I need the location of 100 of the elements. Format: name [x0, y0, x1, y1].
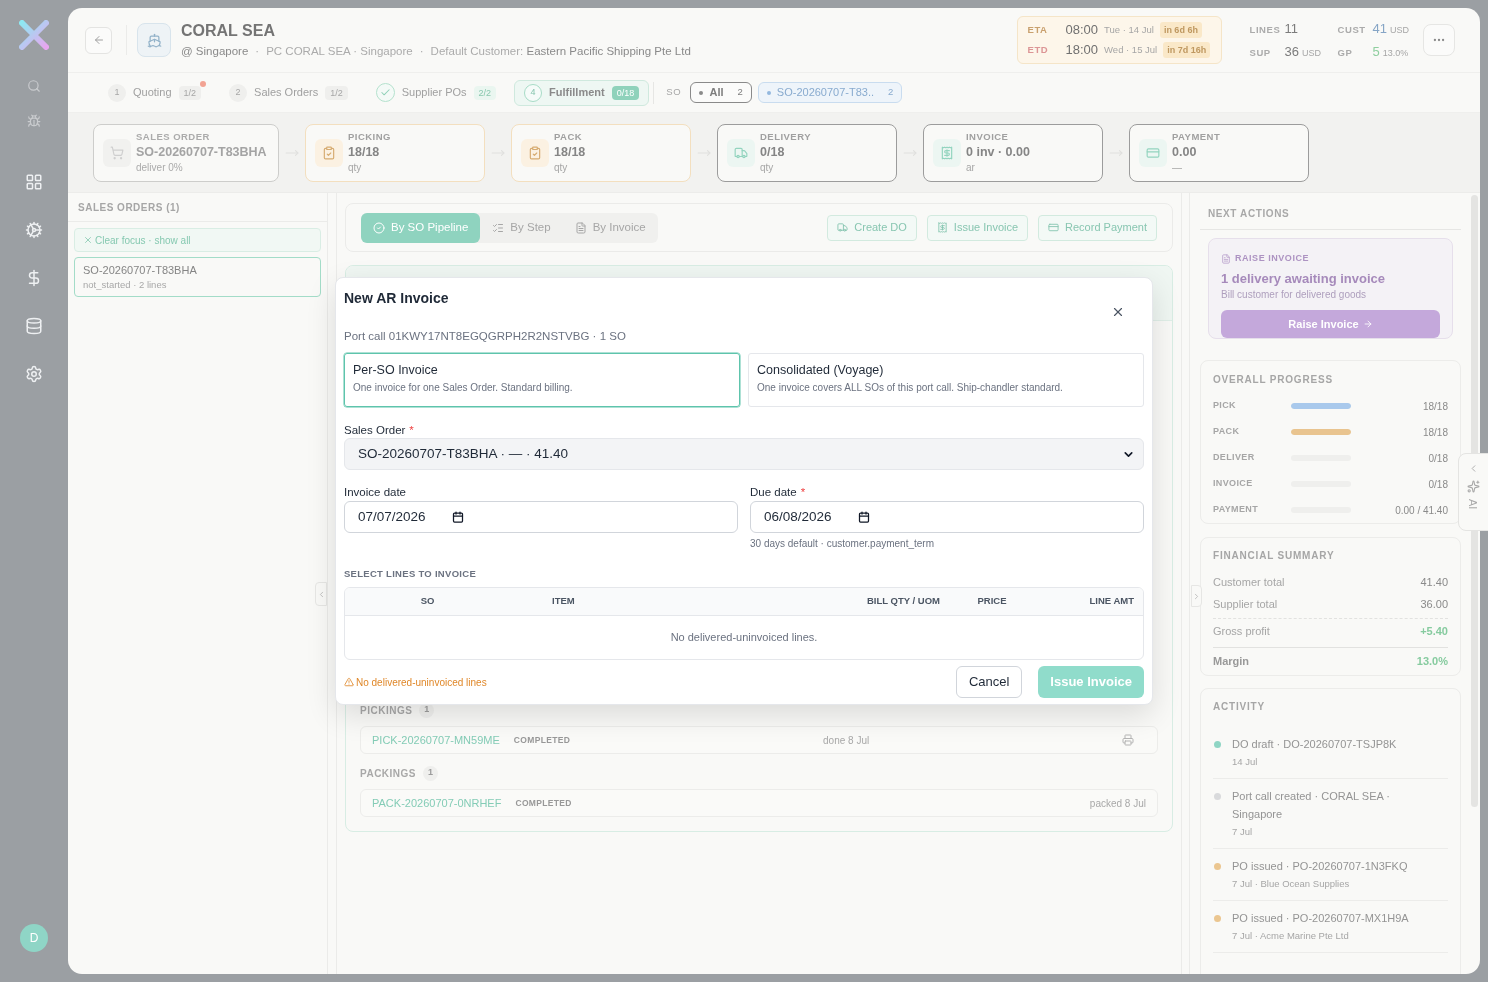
sales-order-select[interactable]: SO-20260707-T83BHA · — · 41.40 [344, 438, 1144, 470]
clipboard-check-icon [521, 138, 549, 167]
step-tab[interactable]: 1 Quoting 1/2 [98, 79, 212, 106]
column-header: PRICE [977, 594, 1007, 609]
chevron-right-icon [1192, 591, 1201, 601]
database-icon[interactable] [25, 317, 43, 335]
activity-meta: 14 Jul [1232, 755, 1258, 769]
warning-icon [344, 677, 354, 687]
bug-icon[interactable] [27, 114, 41, 128]
order-number: SO-20260707-T83BHA [83, 263, 197, 278]
summary-label: Margin [1213, 654, 1250, 670]
action-button[interactable]: Issue Invoice [926, 214, 1029, 241]
progress-label: DELIVER [1213, 451, 1256, 465]
stat-unit: USD [1390, 24, 1409, 37]
record-link[interactable]: PACK-20260707-0NRHEF [372, 794, 502, 812]
ai-tab[interactable]: AI [1458, 453, 1488, 531]
activity-meta: 7 Jul · Blue Ocean Supplies [1232, 877, 1350, 891]
section-title: PICKINGS [360, 703, 413, 718]
dialog-subtitle: Port call 01KWY17NT8EGQGRPH2R2NSTVBG · 1 SO [344, 329, 626, 343]
port-call-details: @ Singapore · PC CORAL SEA · Singapore · Default Customer: Eastern Pacific Shipping Pte Ltd [181, 44, 691, 59]
cart-icon [103, 138, 131, 167]
calendar-icon [857, 511, 870, 523]
summary-label: Supplier total [1213, 596, 1278, 612]
summary-value: +5.40 [1420, 624, 1448, 640]
column-header: LINE AMT [1089, 594, 1134, 609]
view-tab[interactable]: By SO Pipeline [361, 212, 481, 243]
sales-order-item[interactable]: SO-20260707-T83BHA not_started · 2 lines [74, 257, 321, 297]
cancel-button[interactable]: Cancel [955, 666, 1023, 698]
count-badge: 2/2 [473, 85, 497, 100]
collapse-handle[interactable] [1191, 585, 1202, 607]
stage-card[interactable]: PAYMENT 0.00 — [1129, 123, 1309, 182]
stage-label: PICKING [348, 131, 391, 143]
stage-sub: qty [760, 161, 774, 174]
stage-card[interactable]: DELIVERY 0/18 qty [717, 123, 897, 182]
user-avatar[interactable]: D [20, 924, 48, 952]
status-label: COMPLETED [513, 733, 571, 747]
summary-value: 13.0% [1416, 654, 1448, 670]
search-icon[interactable] [27, 79, 41, 93]
stage-card[interactable]: PACK 18/18 qty [511, 123, 691, 182]
step-tab[interactable]: 4 Fulfillment 0/18 [514, 79, 650, 106]
step-tab[interactable]: 2 Sales Orders 1/2 [219, 79, 358, 106]
summary-label: Customer total [1213, 574, 1285, 590]
record-row[interactable]: PICK-20260707-MN59ME COMPLETED done 8 Jul [360, 726, 1158, 754]
progress-reading: 0/18 [1428, 451, 1448, 466]
record-link[interactable]: PICK-20260707-MN59ME [372, 731, 500, 749]
mode-description: One invoice covers ALL SOs of this port call. Ship-chandler standard. [757, 382, 1063, 394]
credit-card-icon [1139, 138, 1167, 167]
cog-icon[interactable] [25, 221, 43, 239]
progress-reading: 0/18 [1428, 477, 1448, 492]
calendar-icon [451, 511, 464, 523]
count-badge: 1 [423, 765, 439, 781]
record-note: done 8 Jul [823, 733, 870, 748]
step-tab[interactable]: Supplier POs 2/2 [365, 79, 507, 106]
stage-label: INVOICE [966, 131, 1009, 143]
view-tab[interactable]: By Invoice [562, 212, 658, 243]
stage-sub: qty [348, 161, 362, 174]
count-badge: 0/18 [611, 85, 640, 100]
settings-icon[interactable] [25, 365, 43, 383]
filter-chip[interactable]: SO-20260707-T83.. 2 [757, 82, 903, 103]
countdown-badge: in 7d 16h [1163, 42, 1211, 58]
raise-invoice-button[interactable]: Raise Invoice [1221, 310, 1440, 338]
panel-title: SALES ORDERS (1) [78, 200, 180, 215]
action-button[interactable]: Record Payment [1038, 214, 1157, 241]
activity-text: DO draft · DO-20260707-TSJP8K [1232, 737, 1397, 752]
logo-icon[interactable] [19, 20, 49, 50]
order-meta: not_started · 2 lines [83, 278, 167, 291]
stage-value: 18/18 [554, 144, 586, 161]
clear-focus-button[interactable]: Clear focus · show all [74, 228, 321, 252]
field-hint: 30 days default · customer.payment_term [750, 537, 934, 551]
record-row[interactable]: PACK-20260707-0NRHEF COMPLETED packed 8 Jul [360, 789, 1158, 817]
action-button[interactable]: Create DO [827, 214, 917, 241]
due-date-field[interactable]: 06/08/2026 [750, 501, 1144, 533]
mode-title: Consolidated (Voyage) [757, 362, 884, 378]
printer-icon[interactable] [1122, 734, 1134, 746]
back-button[interactable] [85, 26, 112, 54]
filter-chip[interactable]: All 2 [690, 82, 752, 103]
stage-value: 18/18 [348, 144, 380, 161]
empty-message: No delivered-uninvoiced lines. [670, 630, 818, 646]
view-tab[interactable]: By Step [480, 212, 563, 243]
more-button[interactable] [1423, 24, 1455, 56]
ship-icon [137, 23, 171, 57]
schedule-time: 18:00 [1065, 41, 1099, 60]
mode-option[interactable]: Per-SO Invoice One invoice for one Sales Order. Standard billing. [344, 353, 740, 407]
field-label: Invoice date [344, 485, 406, 499]
section-title: PACKINGS [360, 766, 417, 781]
grid-icon[interactable] [25, 173, 43, 191]
stage-card[interactable]: INVOICE 0 inv · 0.00 ar [923, 123, 1103, 182]
schedule-label: ETA [1027, 22, 1049, 37]
card-title: OVERALL PROGRESS [1213, 374, 1334, 386]
close-icon [83, 235, 93, 245]
stat-value: 5 [1372, 42, 1380, 61]
collapse-handle[interactable] [315, 582, 327, 606]
stage-value: 0.00 [1172, 144, 1197, 161]
stage-card[interactable]: PICKING 18/18 qty [305, 123, 485, 182]
mode-option[interactable]: Consolidated (Voyage) One invoice covers ALL SOs of this port call. Ship-chandler standard. [748, 353, 1144, 407]
invoice-date-field[interactable]: 07/07/2026 [344, 501, 738, 533]
field-label: Due date * [750, 485, 806, 499]
panel-title: NEXT ACTIONS [1208, 207, 1291, 221]
summary-value: 36.00 [1420, 596, 1448, 612]
schedule-date: Tue · 14 Jul [1104, 22, 1154, 37]
